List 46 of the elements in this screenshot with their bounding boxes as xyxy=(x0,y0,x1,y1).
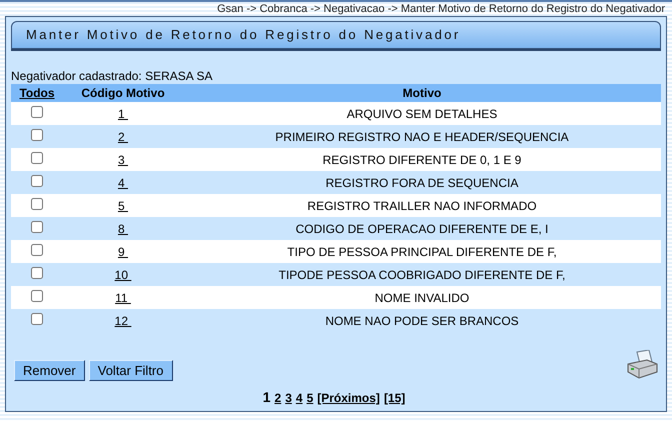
row-checkbox[interactable] xyxy=(31,106,43,118)
row-checkbox[interactable] xyxy=(31,267,43,279)
motivo-text: REGISTRO TRAILLER NAO INFORMADO xyxy=(307,198,537,212)
code-link[interactable]: 3 xyxy=(118,152,128,166)
select-all-link[interactable]: Todos xyxy=(19,86,55,100)
motivo-text: TIPO DE PESSOA PRINCIPAL DIFERENTE DE F, xyxy=(287,244,557,258)
motivo-text: TIPODE PESSOA COOBRIGADO DIFERENTE DE F, xyxy=(278,268,566,282)
page-link[interactable]: 3 xyxy=(285,391,292,405)
code-link[interactable]: 5 xyxy=(118,198,128,212)
breadcrumb: Gsan -> Cobranca -> Negativacao -> Manter Motivo de Retorno do Registro do Negativador xyxy=(216,2,666,16)
code-link[interactable]: 2 xyxy=(118,130,128,144)
row-checkbox[interactable] xyxy=(31,152,43,164)
page-title: Manter Motivo de Retorno do Registro do Negativador xyxy=(11,21,661,49)
current-page: 1 xyxy=(262,389,270,405)
row-checkbox[interactable] xyxy=(31,198,43,210)
column-header: Código Motivo xyxy=(81,86,165,100)
code-link[interactable]: 1 xyxy=(118,106,128,120)
motivo-text: REGISTRO FORA DE SEQUENCIA xyxy=(326,176,518,190)
row-checkbox[interactable] xyxy=(31,221,43,233)
row-checkbox[interactable] xyxy=(31,290,43,302)
motivo-text: NOME INVALIDO xyxy=(374,290,470,304)
printer-icon[interactable] xyxy=(625,350,659,380)
code-link[interactable]: 8 xyxy=(118,222,128,236)
row-checkbox[interactable] xyxy=(31,175,43,187)
motivo-text: ARQUIVO SEM DETALHES xyxy=(346,106,498,120)
action-button[interactable]: Remover xyxy=(14,360,85,381)
row-checkbox[interactable] xyxy=(31,244,43,256)
page-link[interactable]: 4 xyxy=(296,391,303,405)
motivo-text: PRIMEIRO REGISTRO NAO E HEADER/SEQUENCIA xyxy=(275,130,569,144)
column-header: Motivo xyxy=(402,86,442,100)
code-link[interactable]: 4 xyxy=(118,176,128,190)
negativador-label: Negativador cadastrado: SERASA SA xyxy=(11,69,214,83)
page-link[interactable]: [Próximos] xyxy=(317,391,380,405)
code-link[interactable]: 12 xyxy=(114,314,132,328)
page-link[interactable]: [15] xyxy=(384,391,406,405)
motivo-text: NOME NAO PODE SER BRANCOS xyxy=(325,314,519,328)
row-checkbox[interactable] xyxy=(31,313,43,325)
page-link[interactable]: 2 xyxy=(274,391,282,405)
code-link[interactable]: 11 xyxy=(115,290,131,304)
motivo-text: CODIGO DE OPERACAO DIFERENTE DE E, I xyxy=(296,222,548,236)
code-link[interactable]: 9 xyxy=(118,244,128,258)
action-button[interactable]: Voltar Filtro xyxy=(88,360,172,381)
code-link[interactable]: 10 xyxy=(114,268,132,282)
row-checkbox[interactable] xyxy=(31,129,43,141)
page-link[interactable]: 5 xyxy=(306,391,314,405)
motivo-text: REGISTRO DIFERENTE DE 0, 1 E 9 xyxy=(322,152,522,166)
